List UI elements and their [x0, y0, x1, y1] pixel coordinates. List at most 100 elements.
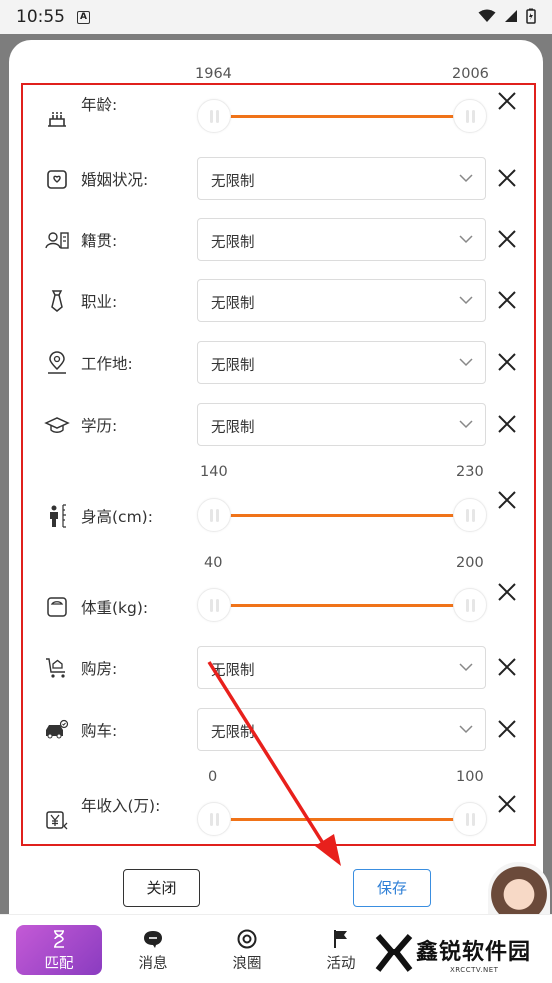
- age-max-handle[interactable]: [453, 99, 487, 133]
- person-height-icon: [50, 504, 66, 528]
- clear-car-icon[interactable]: [496, 718, 518, 740]
- income-max-handle[interactable]: [453, 802, 487, 836]
- height-slider-track: [212, 514, 472, 517]
- nav-tab-match-label: 匹配: [44, 956, 74, 972]
- car-value: 无限制: [211, 725, 255, 741]
- house-value: 无限制: [211, 663, 255, 679]
- weight-max-value: 200: [456, 555, 484, 571]
- income-yen-icon: [46, 811, 68, 830]
- clear-occupation-icon[interactable]: [496, 289, 518, 311]
- income-slider-track: [212, 818, 472, 821]
- notification-icon: A: [77, 10, 90, 24]
- clear-age-icon[interactable]: [496, 90, 518, 112]
- nav-tab-circle-label: 浪圈: [232, 956, 262, 972]
- circle-target-icon: [237, 929, 257, 949]
- marital-label: 婚姻状况:: [81, 171, 149, 189]
- battery-icon: [526, 8, 536, 24]
- car-icon: [46, 719, 69, 739]
- house-label: 购房:: [81, 660, 118, 678]
- save-button[interactable]: 保存: [353, 869, 431, 907]
- clear-house-icon[interactable]: [496, 656, 518, 678]
- occupation-select[interactable]: 无限制: [197, 279, 486, 322]
- filter-row-education: 学历: 无限制: [44, 403, 524, 447]
- nav-tab-match[interactable]: 匹配: [16, 925, 102, 975]
- clear-height-icon[interactable]: [496, 489, 518, 511]
- filter-row-income: 年收入(万):: [44, 795, 524, 843]
- graduation-cap-icon: [44, 417, 70, 433]
- filter-row-hometown: 籍贯: 无限制: [44, 218, 524, 262]
- education-value: 无限制: [211, 420, 255, 436]
- clear-workplace-icon[interactable]: [496, 351, 518, 373]
- hourglass-icon: [54, 930, 64, 948]
- filter-row-workplace: 工作地: 无限制: [44, 341, 524, 385]
- hometown-select[interactable]: 无限制: [197, 218, 486, 261]
- filter-row-height: 身高(cm):: [44, 491, 524, 539]
- occupation-label: 职业:: [81, 293, 118, 311]
- watermark-subtitle: XRCCTV.NET: [450, 966, 499, 974]
- hometown-value: 无限制: [211, 235, 255, 251]
- chevron-down-icon: [459, 358, 473, 367]
- marital-select[interactable]: 无限制: [197, 157, 486, 200]
- education-label: 学历:: [81, 417, 118, 435]
- clear-hometown-icon[interactable]: [496, 228, 518, 250]
- weight-min-handle[interactable]: [197, 588, 231, 622]
- car-select[interactable]: 无限制: [197, 708, 486, 751]
- wifi-icon: [478, 9, 496, 22]
- watermark-logo-icon: [375, 934, 413, 972]
- nav-tab-circle[interactable]: 浪圈: [204, 925, 290, 975]
- nav-tab-messages[interactable]: 消息: [110, 925, 196, 975]
- income-max-value: 100: [456, 769, 484, 785]
- age-min-handle[interactable]: [197, 99, 231, 133]
- marriage-certificate-icon: [47, 170, 67, 189]
- filter-row-marital: 婚姻状况: 无限制: [44, 157, 524, 201]
- site-watermark: 鑫锐软件园 XRCCTV.NET: [374, 930, 544, 978]
- weight-slider-track: [212, 604, 472, 607]
- occupation-value: 无限制: [211, 296, 255, 312]
- chevron-down-icon: [459, 235, 473, 244]
- chevron-down-icon: [459, 296, 473, 305]
- car-label: 购车:: [81, 722, 118, 740]
- marital-value: 无限制: [211, 174, 255, 190]
- nav-tab-activity[interactable]: 活动: [298, 925, 384, 975]
- income-min-handle[interactable]: [197, 802, 231, 836]
- status-icons: [478, 8, 536, 24]
- chevron-down-icon: [459, 725, 473, 734]
- height-min-handle[interactable]: [197, 498, 231, 532]
- chevron-down-icon: [459, 174, 473, 183]
- clear-income-icon[interactable]: [496, 793, 518, 815]
- height-range-slider[interactable]: [197, 495, 487, 539]
- filter-row-car: 购车: 无限制: [44, 708, 524, 752]
- house-select[interactable]: 无限制: [197, 646, 486, 689]
- clear-education-icon[interactable]: [496, 413, 518, 435]
- chevron-down-icon: [459, 420, 473, 429]
- weight-range-slider[interactable]: [197, 585, 487, 629]
- location-pin-icon: [48, 351, 66, 374]
- age-label: 年龄:: [81, 96, 118, 114]
- flag-icon: [334, 930, 347, 948]
- status-bar: 10:55 A: [0, 0, 552, 34]
- weight-min-value: 40: [204, 555, 223, 571]
- birthday-cake-icon: [48, 112, 66, 127]
- nav-tab-messages-label: 消息: [138, 956, 168, 972]
- weight-max-handle[interactable]: [453, 588, 487, 622]
- clear-weight-icon[interactable]: [496, 581, 518, 603]
- nav-tab-activity-label: 活动: [326, 956, 356, 972]
- age-slider-track: [212, 115, 472, 118]
- scale-icon: [47, 597, 67, 617]
- income-label: 年收入(万):: [81, 797, 161, 815]
- height-max-handle[interactable]: [453, 498, 487, 532]
- id-card-icon: [45, 232, 69, 249]
- income-range-slider[interactable]: [197, 799, 487, 843]
- height-min-value: 140: [200, 464, 228, 480]
- workplace-select[interactable]: 无限制: [197, 341, 486, 384]
- age-range-slider[interactable]: [197, 96, 487, 140]
- education-select[interactable]: 无限制: [197, 403, 486, 446]
- close-button[interactable]: 关闭: [123, 869, 200, 907]
- weight-label: 体重(kg):: [81, 599, 149, 617]
- chevron-down-icon: [459, 663, 473, 672]
- signal-icon: [505, 10, 517, 22]
- necktie-icon: [51, 290, 63, 312]
- clear-marital-icon[interactable]: [496, 167, 518, 189]
- height-max-value: 230: [456, 464, 484, 480]
- hometown-label: 籍贯:: [81, 232, 118, 250]
